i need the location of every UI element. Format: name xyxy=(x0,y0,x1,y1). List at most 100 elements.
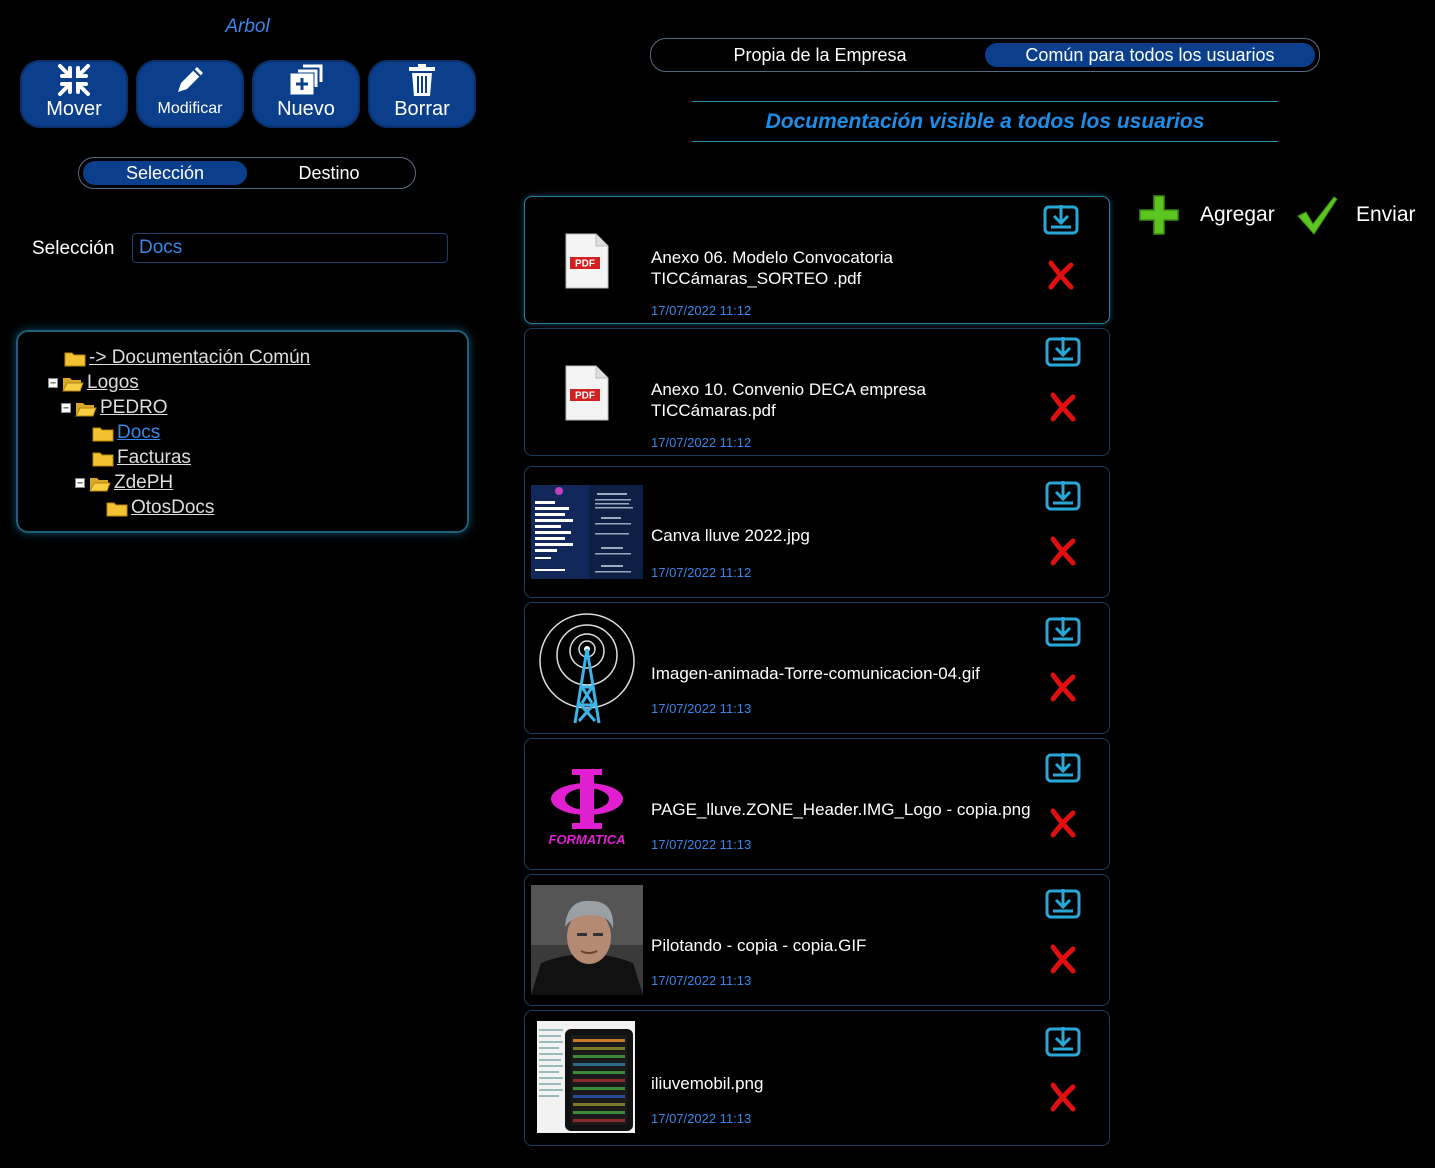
file-date: 17/07/2022 11:13 xyxy=(651,701,752,716)
file-card[interactable]: T X FORMATICA PAGE_lluve.ZONE_Header.IMG… xyxy=(524,738,1110,870)
checkmark-icon xyxy=(1297,196,1338,235)
delete-x-icon[interactable] xyxy=(1048,535,1078,572)
tree-node-docs: Docs xyxy=(92,421,160,445)
send-button[interactable]: Enviar xyxy=(1296,194,1416,236)
tree-node-zdeph: − ZdePH xyxy=(75,471,173,495)
file-name: PAGE_lluve.ZONE_Header.IMG_Logo - copia.… xyxy=(651,800,1031,819)
selection-destination-toggle: Selección Destino xyxy=(78,157,416,189)
open-folder-icon xyxy=(62,377,84,391)
section-heading: Documentación visible a todos los usuari… xyxy=(692,101,1278,142)
download-icon[interactable] xyxy=(1045,479,1081,516)
canva-flyer-thumbnail xyxy=(531,485,643,579)
file-card[interactable]: PDF Anexo 10. Convenio DECA empresa TICC… xyxy=(524,328,1110,456)
tree-link[interactable]: ZdePH xyxy=(114,472,173,494)
scope-toggle: Propia de la Empresa Común para todos lo… xyxy=(650,38,1320,72)
file-date: 17/07/2022 11:12 xyxy=(651,303,752,318)
download-icon[interactable] xyxy=(1045,335,1081,372)
file-card[interactable]: Imagen-animada-Torre-comunicacion-04.gif… xyxy=(524,602,1110,734)
file-name: Canva lluve 2022.jpg xyxy=(651,526,810,545)
selection-input[interactable] xyxy=(132,233,448,263)
file-date: 17/07/2022 11:13 xyxy=(651,837,752,852)
tree-node-facturas: Facturas xyxy=(92,446,191,470)
download-icon[interactable] xyxy=(1045,615,1081,652)
svg-text:FORMATICA: FORMATICA xyxy=(548,832,625,847)
pdf-file-icon: PDF xyxy=(531,347,643,439)
file-name: Imagen-animada-Torre-comunicacion-04.gif xyxy=(651,664,980,683)
collapse-toggle-icon[interactable]: − xyxy=(48,378,58,389)
file-card[interactable]: Pilotando - copia - copia.GIF 17/07/2022… xyxy=(524,874,1110,1006)
delete-button[interactable]: Borrar xyxy=(368,60,476,128)
tree-link-current[interactable]: Docs xyxy=(117,422,160,444)
tree-link[interactable]: -> Documentación Común xyxy=(89,347,310,369)
tree-link[interactable]: OtosDocs xyxy=(131,497,214,519)
add-copy-icon xyxy=(288,62,324,98)
add-button-label: Agregar xyxy=(1200,203,1275,226)
mobile-screenshot-thumbnail xyxy=(537,1021,635,1133)
delete-x-icon[interactable] xyxy=(1048,807,1078,844)
tree-link[interactable]: Logos xyxy=(87,372,139,394)
tab-destino[interactable]: Destino xyxy=(247,161,411,185)
delete-x-icon[interactable] xyxy=(1046,259,1076,296)
tree-panel-title: Arbol xyxy=(225,16,270,37)
delete-x-icon[interactable] xyxy=(1048,391,1078,428)
file-card[interactable]: iliuvemobil.png 17/07/2022 11:13 xyxy=(524,1010,1110,1146)
file-date: 17/07/2022 11:13 xyxy=(651,973,752,988)
new-button[interactable]: Nuevo xyxy=(252,60,360,128)
move-button[interactable]: Mover xyxy=(20,60,128,128)
file-name: iliuvemobil.png xyxy=(651,1074,764,1093)
modify-button[interactable]: Modificar xyxy=(136,60,244,128)
download-icon[interactable] xyxy=(1045,887,1081,924)
download-icon[interactable] xyxy=(1045,1025,1081,1062)
open-folder-icon xyxy=(89,477,111,491)
collapse-toggle-icon[interactable]: − xyxy=(61,403,71,414)
file-date: 17/07/2022 11:12 xyxy=(651,435,752,450)
pdf-file-icon: PDF xyxy=(531,215,643,307)
tree-node-logos: − Logos xyxy=(48,371,139,395)
tree-link[interactable]: PEDRO xyxy=(100,397,168,419)
tree-node-otosdocs: OtosDocs xyxy=(106,496,214,520)
folder-icon xyxy=(92,452,114,466)
svg-text:PDF: PDF xyxy=(575,259,595,270)
open-folder-icon xyxy=(75,402,97,416)
download-icon[interactable] xyxy=(1043,203,1079,240)
file-date: 17/07/2022 11:12 xyxy=(651,565,752,580)
modify-button-label: Modificar xyxy=(157,100,223,117)
radio-tower-thumbnail xyxy=(531,609,643,727)
tree-node-documentacion-comun: -> Documentación Común xyxy=(64,346,310,370)
delete-button-label: Borrar xyxy=(394,98,450,120)
file-date: 17/07/2022 11:13 xyxy=(651,1111,752,1126)
send-button-label: Enviar xyxy=(1356,203,1416,226)
tab-comun-usuarios[interactable]: Común para todos los usuarios xyxy=(985,43,1315,67)
file-card[interactable]: PDF Anexo 06. Modelo Convocatoria TICCám… xyxy=(524,196,1110,324)
folder-icon xyxy=(106,502,128,516)
folder-icon xyxy=(64,352,86,366)
pencil-icon xyxy=(172,62,208,98)
svg-text:T: T xyxy=(571,794,580,809)
move-button-label: Mover xyxy=(46,98,102,120)
delete-x-icon[interactable] xyxy=(1048,943,1078,980)
delete-x-icon[interactable] xyxy=(1048,1081,1078,1118)
trash-icon xyxy=(407,62,437,98)
delete-x-icon[interactable] xyxy=(1048,671,1078,708)
file-name: Anexo 06. Modelo Convocatoria TICCámaras… xyxy=(651,248,893,288)
download-icon[interactable] xyxy=(1045,751,1081,788)
formatica-logo-thumbnail: T X FORMATICA xyxy=(531,759,643,849)
svg-text:PDF: PDF xyxy=(575,391,595,402)
tree-node-pedro: − PEDRO xyxy=(61,396,168,420)
file-name: Pilotando - copia - copia.GIF xyxy=(651,936,867,955)
tree-link[interactable]: Facturas xyxy=(117,447,191,469)
svg-text:X: X xyxy=(595,794,605,809)
selection-label: Selección xyxy=(32,238,115,259)
new-button-label: Nuevo xyxy=(277,98,335,120)
file-name: Anexo 10. Convenio DECA empresa TICCámar… xyxy=(651,380,926,420)
folder-icon xyxy=(92,427,114,441)
tab-propia-empresa[interactable]: Propia de la Empresa xyxy=(655,43,985,67)
tab-seleccion[interactable]: Selección xyxy=(83,161,247,185)
collapse-toggle-icon[interactable]: − xyxy=(75,478,85,489)
file-card[interactable]: Canva lluve 2022.jpg 17/07/2022 11:12 xyxy=(524,466,1110,598)
add-button[interactable]: Agregar xyxy=(1138,194,1275,236)
folder-tree: -> Documentación Común − Logos − PEDRO D… xyxy=(16,330,469,533)
compress-arrows-icon xyxy=(57,62,91,98)
plus-icon xyxy=(1139,195,1179,235)
person-photo-thumbnail xyxy=(531,885,643,995)
